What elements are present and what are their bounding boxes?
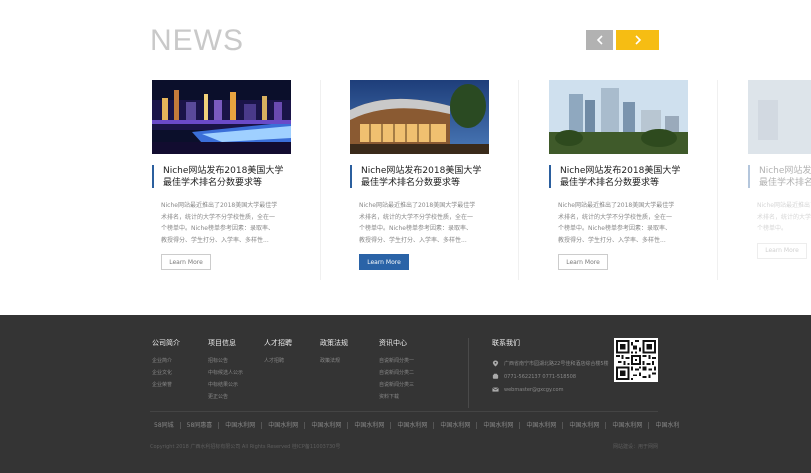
footer-link[interactable]: 资料下载 [379, 391, 414, 403]
mail-icon [492, 387, 499, 392]
friend-link[interactable]: 中国水利网 [562, 421, 605, 429]
friend-link[interactable]: 中国水利网 [605, 421, 648, 429]
friend-link[interactable]: 中国水利网 [519, 421, 562, 429]
site-credit[interactable]: 网站建设：用于网网 [613, 443, 658, 450]
footer-rule [150, 411, 658, 412]
news-headline[interactable]: Niche网站发布2018美国大学最佳学术排名分数要求等 [152, 165, 292, 188]
news-section: NEWS Niche网站发布2018美国大学最佳学术排名分数要求等 Niche网… [0, 0, 811, 315]
footer-col-projects: 项目信息 招标公告 中标候选人公示 中标结果公示 更正公告 [208, 338, 243, 403]
footer-link[interactable]: 企业简介 [152, 355, 180, 367]
footer-link[interactable]: 中标候选人公示 [208, 367, 243, 379]
footer-link[interactable]: 自说新闻分类一 [379, 355, 414, 367]
friend-link[interactable]: 中国水利网 [433, 421, 476, 429]
news-summary: Niche网站最近推出了2018美国大学最佳学术排名，统计的大学不分学校性质，全… [359, 202, 476, 244]
qr-code [614, 338, 658, 382]
friend-link[interactable]: 中国水利网 [218, 421, 261, 429]
footer-link[interactable]: 企业文化 [152, 367, 180, 379]
footer-link[interactable]: 自说新闻分类三 [379, 379, 414, 391]
learn-more-button[interactable]: Learn More [161, 254, 211, 270]
news-carousel: Niche网站发布2018美国大学最佳学术排名分数要求等 Niche网站最近推出… [152, 80, 811, 280]
footer-col-news: 资讯中心 自说新闻分类一 自说新闻分类二 自说新闻分类三 资料下载 [379, 338, 414, 403]
news-card[interactable]: Niche网站发布2018美国大学最佳学术排名分数要求等 Niche网站最近推出… [152, 80, 292, 270]
footer-link[interactable]: 招标公告 [208, 355, 243, 367]
footer-col-policy: 政策法规 政策法规 [320, 338, 348, 367]
news-headline[interactable]: Niche网站发布2018美国大学最佳学术排名分数要求等 [350, 165, 490, 188]
friend-links: 58同城 58同惠喜 中国水利网 中国水利网 中国水利网 中国水利网 中国水利网… [150, 419, 811, 431]
chevron-right-icon [634, 35, 641, 45]
footer-col-title[interactable]: 公司简介 [152, 338, 180, 348]
friend-link[interactable]: 58同城 [150, 422, 180, 429]
news-card[interactable]: Niche网站发布2018美国大学最佳学术排名分数要求等 Niche网站最近推出… [748, 80, 811, 259]
copyright-text: Copyright 2018 广西水利招标有限公司 All Rights Res… [150, 444, 341, 450]
footer-divider [468, 338, 469, 408]
news-card[interactable]: Niche网站发布2018美国大学最佳学术排名分数要求等 Niche网站最近推出… [350, 80, 490, 270]
learn-more-button[interactable]: Learn More [757, 242, 807, 259]
city-night-image [152, 80, 291, 154]
footer-link[interactable]: 人才招聘 [264, 355, 292, 367]
friend-link[interactable]: 中国水利网 [347, 421, 390, 429]
friend-link[interactable]: 中国水利网 [261, 421, 304, 429]
footer-col-title[interactable]: 项目信息 [208, 338, 243, 348]
footer-link[interactable]: 自说新闻分类二 [379, 367, 414, 379]
news-summary: Niche网站最近推出了2018美国大学最佳学术排名，统计的大学不分学校性质，全… [757, 202, 811, 232]
footer-col-about: 公司简介 企业简介 企业文化 企业荣誉 [152, 338, 180, 391]
news-card[interactable]: Niche网站发布2018美国大学最佳学术排名分数要求等 Niche网站最近推出… [549, 80, 689, 270]
friend-link[interactable]: 中国水利 [648, 421, 685, 429]
footer-link[interactable]: 中标结果公示 [208, 379, 243, 391]
footer-col-title[interactable]: 人才招聘 [264, 338, 292, 348]
footer-contact: 联系我们 广西省南宁市园湖北路22号佳和酒店综合楼5楼 0771-5622137… [492, 338, 609, 396]
qr-code-icon [616, 340, 656, 380]
footer-col-title[interactable]: 政策法规 [320, 338, 348, 348]
friend-link[interactable]: 中国水利网 [304, 421, 347, 429]
contact-email[interactable]: webmaster@gxcgy.com [504, 387, 563, 393]
contact-address: 广西省南宁市园湖北路22号佳和酒店综合楼5楼 [504, 361, 609, 367]
friend-link[interactable]: 中国水利网 [390, 421, 433, 429]
news-headline[interactable]: Niche网站发布2018美国大学最佳学术排名分数要求等 [549, 165, 689, 188]
faded-image [748, 80, 811, 154]
chevron-left-icon [596, 35, 603, 45]
phone-icon [492, 373, 499, 379]
contact-title: 联系我们 [492, 339, 520, 347]
footer-col-jobs: 人才招聘 人才招聘 [264, 338, 292, 367]
footer-link[interactable]: 企业荣誉 [152, 379, 180, 391]
footer-link[interactable]: 政策法规 [320, 355, 348, 367]
office-towers-image [549, 80, 688, 154]
learn-more-button[interactable]: Learn More [359, 254, 409, 270]
footer: 公司简介 企业简介 企业文化 企业荣誉 项目信息 招标公告 中标候选人公示 中标… [0, 315, 811, 473]
news-headline[interactable]: Niche网站发布2018美国大学最佳学术排名分数要求等 [748, 165, 811, 188]
prev-button[interactable] [586, 30, 613, 50]
friend-link[interactable]: 58同惠喜 [179, 421, 219, 429]
friend-link[interactable]: 中国水利网 [476, 421, 519, 429]
building-dusk-image [350, 80, 489, 154]
contact-phone: 0771-5622137 0771-518508 [504, 373, 577, 380]
learn-more-button[interactable]: Learn More [558, 254, 608, 270]
footer-link[interactable]: 更正公告 [208, 391, 243, 403]
news-summary: Niche网站最近推出了2018美国大学最佳学术排名，统计的大学不分学校性质，全… [161, 202, 278, 244]
location-pin-icon [492, 360, 499, 367]
news-heading: NEWS [150, 24, 244, 57]
next-button[interactable] [616, 30, 659, 50]
news-summary: Niche网站最近推出了2018美国大学最佳学术排名，统计的大学不分学校性质，全… [558, 202, 675, 244]
footer-col-title[interactable]: 资讯中心 [379, 338, 414, 348]
